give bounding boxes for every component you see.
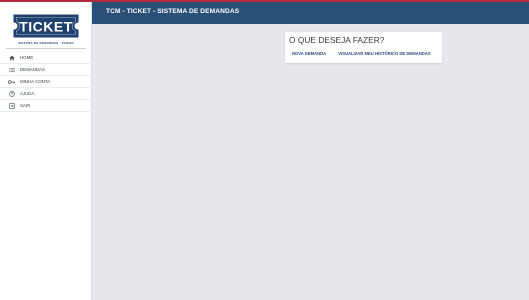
sidebar-item-sair[interactable]: SAIR <box>0 100 92 112</box>
page-title: TCM - TICKET - SISTEMA DE DEMANDAS <box>106 8 240 15</box>
sidebar-item-minha-conta[interactable]: MINHA CONTA <box>0 76 92 88</box>
sidebar-item-label: SAIR <box>20 103 31 108</box>
logout-icon <box>8 102 15 109</box>
sidebar: TICKET SISTEMA DE DEMANDAS - TCMGO HOME … <box>0 2 92 300</box>
new-demand-button[interactable]: NOVA DEMANDA <box>292 51 326 56</box>
divider <box>6 48 86 49</box>
help-icon <box>8 90 15 97</box>
card-actions: NOVA DEMANDA VISUALIZAR MEU HISTÓRICO DE… <box>292 51 431 56</box>
sidebar-item-label: AJUDA <box>20 91 35 96</box>
action-card: O QUE DESEJA FAZER? NOVA DEMANDA VISUALI… <box>285 32 442 63</box>
view-history-button[interactable]: VISUALIZAR MEU HISTÓRICO DE DEMANDAS <box>338 51 430 56</box>
sidebar-item-label: DEMANDAS <box>20 67 45 72</box>
sidebar-item-label: MINHA CONTA <box>20 79 51 84</box>
sidebar-item-demandas[interactable]: DEMANDAS <box>0 64 92 76</box>
ticket-logo: TICKET <box>13 14 79 38</box>
top-header: TCM - TICKET - SISTEMA DE DEMANDAS <box>92 2 529 24</box>
home-icon <box>8 54 15 61</box>
key-icon <box>8 78 15 85</box>
sidebar-item-home[interactable]: HOME <box>0 52 92 64</box>
list-icon <box>8 66 15 73</box>
sidebar-item-label: HOME <box>20 55 34 60</box>
sidebar-item-ajuda[interactable]: AJUDA <box>0 88 92 100</box>
card-title: O QUE DESEJA FAZER? <box>289 35 385 45</box>
sidebar-nav: HOME DEMANDAS MINHA CONTA AJUDA SAIR <box>0 52 92 112</box>
logo-text: TICKET <box>19 19 73 35</box>
logo-subtitle: SISTEMA DE DEMANDAS - TCMGO <box>18 41 74 45</box>
